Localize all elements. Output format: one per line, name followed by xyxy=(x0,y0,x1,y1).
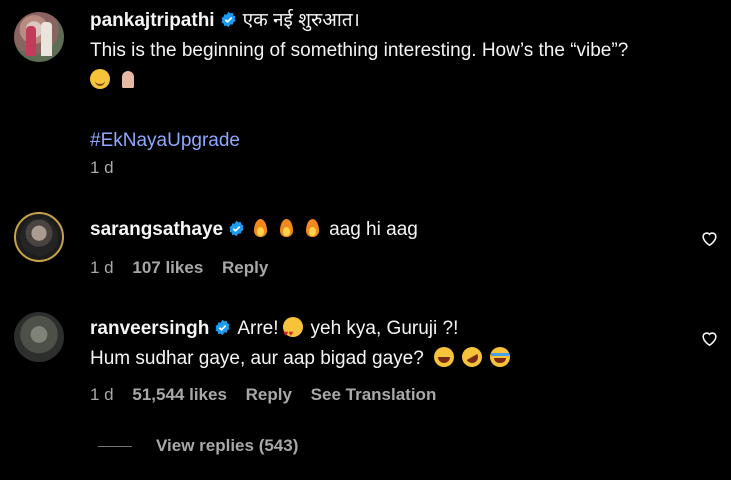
comment-meta: 1 d 107 likes Reply xyxy=(90,258,282,278)
folded-hands-emoji-icon xyxy=(118,69,138,89)
heart-eyes-emoji-icon xyxy=(282,317,303,349)
comment-body: ranveersingh Arre! yeh kya, Guruji ?! Hum … xyxy=(90,314,518,374)
comment-text-hindi: एक नई शुरुआत। xyxy=(242,10,360,31)
reply-button[interactable]: Reply xyxy=(222,258,268,277)
timestamp[interactable]: 1 d xyxy=(90,258,114,277)
avatar[interactable] xyxy=(14,312,64,362)
verified-badge-icon xyxy=(215,319,230,336)
comment-text: aag hi aag xyxy=(329,219,418,240)
heart-icon[interactable] xyxy=(700,329,719,348)
comment-text: yeh kya, Guruji ?! xyxy=(310,318,459,339)
comment-text: Hum sudhar gaye, aur aap bigad gaye? xyxy=(90,348,424,369)
divider xyxy=(98,446,132,448)
verified-badge-icon xyxy=(229,220,244,237)
tears-of-joy-emoji-icon xyxy=(489,347,510,367)
comment-meta: 1 d 51,544 likes Reply See Translation xyxy=(90,385,450,405)
smiling-face-emoji-icon xyxy=(90,69,110,89)
fire-emoji-icon xyxy=(277,218,295,238)
likes-count[interactable]: 107 likes xyxy=(132,258,203,277)
rolling-laughing-emoji-icon xyxy=(458,343,486,371)
username[interactable]: sarangsathaye xyxy=(90,219,223,240)
hashtag-link[interactable]: #EkNayaUpgrade xyxy=(90,130,240,151)
view-replies-label[interactable]: View replies (543) xyxy=(156,436,298,455)
laughing-emoji-icon xyxy=(433,347,454,367)
heart-icon[interactable] xyxy=(700,229,719,248)
verified-badge-icon xyxy=(221,11,236,28)
fire-emoji-icon xyxy=(251,218,269,238)
comment-meta: 1 d xyxy=(90,158,128,178)
comment-body: sarangsathaye aag hi aag xyxy=(90,215,418,245)
avatar[interactable] xyxy=(14,212,64,262)
timestamp[interactable]: 1 d xyxy=(90,385,114,404)
comment-text: Arre! xyxy=(237,318,279,339)
comment-body: pankajtripathi एक नई शुरुआत। This is the … xyxy=(90,6,628,156)
reply-button[interactable]: Reply xyxy=(246,385,292,404)
avatar[interactable] xyxy=(14,12,64,62)
username[interactable]: ranveersingh xyxy=(90,318,209,339)
see-translation-button[interactable]: See Translation xyxy=(311,385,437,404)
fire-emoji-icon xyxy=(303,218,321,238)
likes-count[interactable]: 51,544 likes xyxy=(132,385,227,404)
view-replies-button[interactable]: View replies (543) xyxy=(98,436,298,456)
username[interactable]: pankajtripathi xyxy=(90,10,215,31)
comment-text: This is the beginning of something inter… xyxy=(90,40,629,61)
timestamp[interactable]: 1 d xyxy=(90,158,114,177)
